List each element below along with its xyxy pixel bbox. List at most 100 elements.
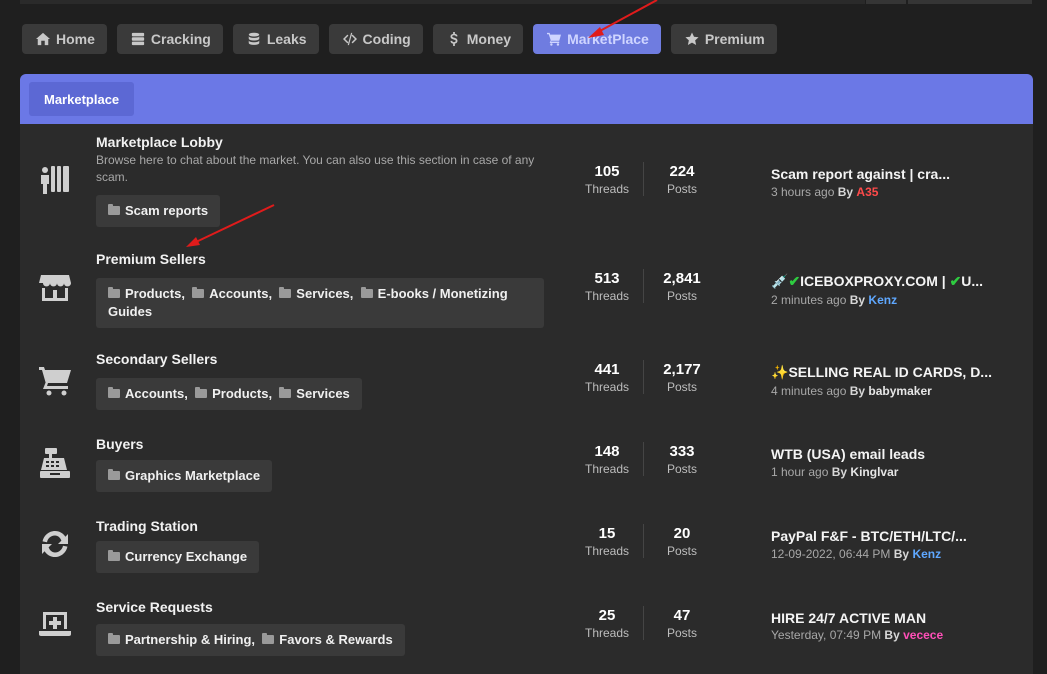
sparkles-icon: ✨	[771, 364, 789, 380]
nav-marketplace-button[interactable]: MarketPlace	[533, 24, 661, 54]
nav-money-button[interactable]: Money	[432, 24, 524, 54]
forum-title[interactable]: Buyers	[96, 436, 143, 452]
posts-count: 20	[673, 525, 691, 542]
last-post-meta: 2 minutes ago By Kenz	[771, 293, 897, 307]
dollar-icon	[450, 32, 458, 46]
posts-count: 47	[673, 607, 691, 624]
threads-count: 441	[594, 361, 620, 378]
last-post-time: 4 minutes ago	[771, 384, 847, 398]
posts-stat: 2,841 Posts	[652, 270, 712, 305]
last-post-by: By	[837, 185, 854, 199]
nav-cracking-label: Cracking	[150, 31, 211, 47]
last-post-time: 1 hour ago	[771, 465, 829, 479]
server-icon	[131, 32, 145, 46]
last-post-title[interactable]: ✨SELLING REAL ID CARDS, D...	[771, 364, 992, 381]
marketplace-panel: Marketplace Marketplace Lobby Browse her…	[20, 74, 1033, 674]
subforum-list: Scam reports	[96, 195, 221, 227]
last-post-meta: 12-09-2022, 06:44 PM By Kenz	[771, 547, 941, 561]
last-post-meta: 1 hour ago By Kinglvar	[771, 465, 898, 479]
nav-home-button[interactable]: Home	[22, 24, 107, 54]
subforum-link[interactable]: Graphics Marketplace	[108, 468, 260, 483]
last-post-meta: 3 hours ago By A35	[771, 185, 878, 199]
threads-label: Threads	[584, 380, 630, 394]
last-post-time: 3 hours ago	[771, 185, 835, 199]
subforum-link[interactable]: Services,	[279, 286, 353, 301]
subforum-link[interactable]: Products,	[108, 286, 185, 301]
forum-row-premium-sellers: Premium Sellers Products, Accounts, Serv…	[20, 236, 1033, 344]
forum-title[interactable]: Secondary Sellers	[96, 351, 217, 367]
subforum-link[interactable]: Services	[279, 386, 350, 401]
forum-description: Browse here to chat about the market. Yo…	[96, 153, 535, 184]
subforum-link[interactable]: Scam reports	[108, 203, 208, 218]
subforum-link[interactable]: Accounts,	[108, 386, 188, 401]
search-bar[interactable]	[20, 0, 865, 4]
last-post-user[interactable]: vecece	[903, 628, 943, 642]
last-post-user[interactable]: A35	[856, 185, 878, 199]
nav-premium-button[interactable]: Premium	[670, 24, 777, 54]
posts-label: Posts	[666, 462, 697, 476]
threads-label: Threads	[584, 544, 630, 558]
subforum-link[interactable]: Products,	[195, 386, 272, 401]
nav-cracking-button[interactable]: Cracking	[116, 24, 223, 54]
forum-row-secondary-sellers: Secondary Sellers Accounts, Products, Se…	[20, 344, 1033, 429]
posts-label: Posts	[666, 626, 697, 640]
stat-divider	[643, 269, 644, 303]
last-post-meta: Yesterday, 07:49 PM By vecece	[771, 628, 943, 642]
forum-title[interactable]: Trading Station	[96, 518, 198, 534]
subforum-link[interactable]: Currency Exchange	[108, 549, 247, 564]
subforum-link[interactable]: Partnership & Hiring,	[108, 632, 255, 647]
nav-coding-button[interactable]: Coding	[328, 24, 423, 54]
cash-register-icon	[38, 446, 72, 480]
code-icon	[342, 32, 357, 46]
stat-divider	[643, 360, 644, 394]
subforum-list: Graphics Marketplace	[96, 460, 273, 492]
subforum-link[interactable]: Favors & Rewards	[262, 632, 393, 647]
folder-icon	[192, 287, 205, 298]
posts-label: Posts	[666, 544, 697, 558]
folder-icon	[108, 469, 120, 480]
threads-stat: 25 Threads	[577, 607, 637, 642]
posts-label: Posts	[666, 289, 697, 303]
marketplace-category-tab[interactable]: Marketplace	[29, 82, 135, 116]
panel-header: Marketplace	[20, 74, 1033, 124]
last-post-title[interactable]: HIRE 24/7 ACTIVE MAN	[771, 610, 926, 626]
subforum-list: Partnership & Hiring, Favors & Rewards	[96, 624, 405, 656]
forum-title[interactable]: Service Requests	[96, 599, 213, 615]
last-post-by: By	[884, 628, 900, 642]
forum-row-service-requests: Service Requests Partnership & Hiring, F…	[20, 593, 1033, 663]
nav-leaks-button[interactable]: Leaks	[232, 24, 319, 54]
forum-title[interactable]: Marketplace Lobby	[96, 134, 223, 150]
last-post-time: 2 minutes ago	[771, 293, 847, 307]
last-post-user[interactable]: Kinglvar	[850, 465, 898, 479]
nav-coding-label: Coding	[362, 31, 411, 47]
search-options-button[interactable]	[866, 0, 906, 4]
forum-title[interactable]: Premium Sellers	[96, 251, 206, 267]
last-post-title[interactable]: PayPal F&F - BTC/ETH/LTC/...	[771, 528, 967, 544]
folder-icon	[279, 287, 292, 298]
nav-marketplace-label: MarketPlace	[567, 31, 649, 47]
threads-stat: 441 Threads	[577, 361, 637, 396]
last-post-user[interactable]: Kenz	[912, 547, 941, 561]
last-post-user[interactable]: Kenz	[868, 293, 897, 307]
threads-label: Threads	[584, 182, 630, 196]
last-post-title[interactable]: WTB (USA) email leads	[771, 446, 925, 462]
threads-count: 513	[594, 270, 620, 287]
threads-label: Threads	[584, 289, 630, 303]
last-post-user[interactable]: babymaker	[868, 384, 931, 398]
threads-label: Threads	[584, 462, 630, 476]
last-post-title[interactable]: 💉✔ICEBOXPROXY.COM | ✔U...	[771, 273, 983, 290]
posts-count: 224	[669, 163, 695, 180]
search-submit-button[interactable]	[908, 0, 1032, 4]
main-nav: Home Cracking Leaks Coding Money MarketP…	[22, 24, 777, 54]
nav-money-label: Money	[466, 31, 512, 47]
stat-divider	[643, 442, 644, 476]
posts-count: 333	[669, 443, 695, 460]
folder-icon	[108, 287, 120, 298]
database-icon	[248, 32, 260, 45]
last-post-meta: 4 minutes ago By babymaker	[771, 384, 932, 398]
last-post-title[interactable]: Scam report against | cra...	[771, 166, 950, 182]
cart-icon	[547, 32, 562, 46]
subforum-link[interactable]: Accounts,	[192, 286, 272, 301]
threads-stat: 513 Threads	[577, 270, 637, 305]
threads-label: Threads	[584, 626, 630, 640]
